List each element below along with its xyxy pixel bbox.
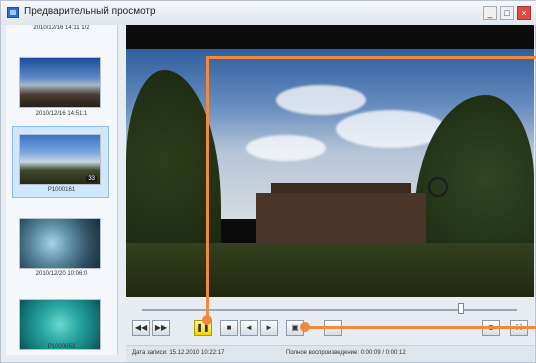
close-button[interactable]: × [517, 6, 531, 20]
seek-thumb[interactable] [457, 303, 464, 314]
callout-line [304, 326, 536, 329]
thumbnail-1[interactable] [19, 57, 101, 108]
ground [126, 243, 534, 297]
callout-line [206, 56, 536, 59]
callout-marker [300, 322, 310, 332]
playback-total-text: Полное воспроизведение: 0:00:09 / 0:00:1… [286, 350, 406, 356]
stop-button[interactable]: ■ [220, 320, 238, 336]
frame-forward-button[interactable]: ► [260, 320, 278, 336]
thumbnail-badge: 33 [86, 176, 97, 182]
thumbnail-2[interactable]: 33 [19, 134, 101, 185]
window-controls: _ □ × [483, 6, 531, 20]
previous-file-button[interactable]: ◀◀ [132, 320, 150, 336]
app-icon [7, 7, 19, 18]
status-bar: Дата записи: 15.12.2010 10:22:17 Полное … [126, 345, 534, 362]
callout-line [206, 56, 209, 320]
building [256, 193, 426, 243]
maximize-button[interactable]: □ [500, 6, 514, 20]
thumbnail-4[interactable] [19, 299, 101, 350]
thumbnail-caption: 2010/12/16 14:51:1 [35, 111, 88, 117]
street-lamp [428, 177, 448, 197]
cloud [246, 135, 326, 161]
thumbnail-caption: P1000053 [47, 344, 76, 350]
minimize-button[interactable]: _ [483, 6, 497, 20]
thumbnail-caption: 2010/12/16 14:11 1/2 [33, 25, 90, 31]
thumbnail-caption: P1000161 [47, 187, 76, 193]
cloud [276, 85, 366, 115]
preview-window: Предварительный просмотр _ □ × 2010/12/1… [0, 0, 536, 363]
window-title: Предварительный просмотр [24, 6, 156, 17]
video-viewport[interactable] [126, 25, 534, 297]
thumbnail-sidebar[interactable]: 2010/12/16 14:11 1/2 2010/12/16 14:51:1 … [6, 25, 118, 355]
thumbnail-3[interactable] [19, 218, 101, 269]
next-file-button[interactable]: ▶▶ [152, 320, 170, 336]
seek-bar[interactable] [126, 301, 534, 315]
callout-marker [202, 315, 212, 325]
thumbnail-caption: 2010/12/20 10:06:0 [35, 271, 88, 277]
recording-date-text: Дата записи: 15.12.2010 10:22:17 [132, 350, 225, 356]
title-bar: Предварительный просмотр _ □ × [1, 1, 536, 25]
frame-back-button[interactable]: ◄ [240, 320, 258, 336]
